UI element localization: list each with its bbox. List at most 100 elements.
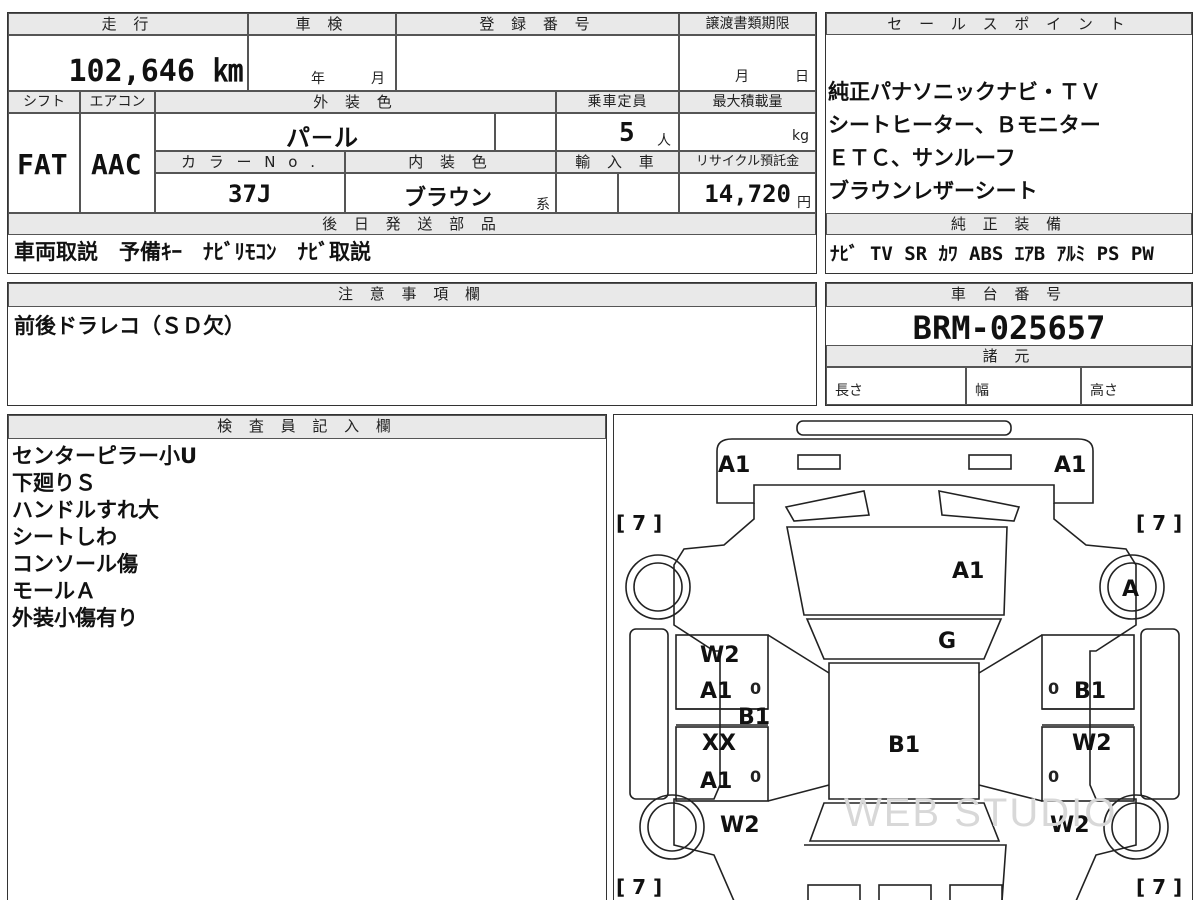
inspector-line-1: センターピラー小U: [12, 444, 198, 468]
mileage-cell: 102,646 ㎞: [8, 35, 248, 91]
shift-header: シフト: [8, 91, 80, 113]
mark-a1-front-right: A1: [1054, 453, 1087, 478]
mark-a1-rear-left-door: A1: [700, 769, 733, 794]
mark-a1-front-left-door: A1: [700, 679, 733, 704]
front-left-wheel: [625, 554, 691, 620]
notes-header: 注 意 事 項 欄: [8, 283, 816, 307]
capacity-unit: 人: [657, 133, 671, 149]
mark-a1-hood: A1: [952, 559, 985, 584]
color-no-cell: 37J: [155, 173, 345, 213]
bracket-top-left: [ 7 ]: [616, 511, 663, 535]
front-bumper-bar: [796, 420, 1012, 436]
ac-value: AAC: [91, 148, 142, 181]
rear-left-wheel: [639, 794, 705, 860]
ac-header: エアコン: [80, 91, 155, 113]
inspection-month: 月: [371, 71, 385, 87]
mark-g-windshield: G: [938, 629, 957, 654]
inspector-line-5: コンソール傷: [12, 552, 138, 576]
transfer-cell: 月 日: [679, 35, 816, 91]
mileage-header: 走 行: [8, 13, 248, 35]
car-diagram-box: A1 A1 A1 G A W2 A1 B1 XX A1 B1 B1 W2 W2 …: [613, 414, 1193, 900]
load-cell: kg: [679, 113, 816, 151]
inspection-cell: 年 月: [248, 35, 396, 91]
exterior-extra-cell: [495, 113, 556, 151]
import-cell-a: [556, 173, 618, 213]
right-vent: [938, 489, 1021, 522]
spec-length: 長さ: [835, 383, 863, 399]
import-header: 輸 入 車: [556, 151, 679, 173]
mark-zero-2: 0: [750, 767, 762, 786]
mark-zero-1: 0: [750, 679, 762, 698]
mark-zero-3: 0: [1048, 679, 1060, 698]
shift-cell: FAT: [8, 113, 80, 213]
transfer-day: 日: [795, 69, 809, 85]
inspector-line-3: ハンドルすれ大: [12, 498, 159, 522]
sales-line-3: ＥＴＣ、サンルーフ: [828, 146, 1016, 170]
sales-line-4: ブラウンレザーシート: [828, 179, 1038, 203]
color-no-header: カ ラ ー N o .: [155, 151, 345, 173]
rear-center-lamp: [878, 884, 932, 900]
spec-height: 高さ: [1090, 383, 1118, 399]
import-cell-b: [618, 173, 679, 213]
inspector-line-6: モールＡ: [12, 579, 96, 603]
exterior-cell: パ－ル: [155, 113, 495, 152]
capacity-cell: 5 人: [556, 113, 679, 151]
later-parts-value: 車両取説 予備ｷｰ ﾅﾋﾞﾘﾓｺﾝ ﾅﾋﾞ取説: [14, 240, 371, 264]
exterior-header: 外 装 色: [155, 91, 556, 113]
bracket-bottom-left: [ 7 ]: [616, 875, 663, 899]
chassis-header: 車 台 番 号: [826, 283, 1192, 307]
load-unit: kg: [792, 128, 809, 144]
mark-b1-roof: B1: [888, 733, 921, 758]
inspector-line-4: シートしわ: [12, 525, 117, 549]
interior-cell: ブラウン 系: [345, 173, 556, 213]
interior-suffix: 系: [536, 197, 550, 213]
exterior-value: パ－ル: [286, 124, 358, 152]
mark-a1-front-left: A1: [718, 453, 751, 478]
shift-value: FAT: [17, 148, 68, 181]
mark-w2-rear-right-door: W2: [1072, 731, 1112, 756]
registration-header: 登 録 番 号: [396, 13, 679, 35]
bracket-bottom-right: [ 7 ]: [1136, 875, 1183, 899]
capacity-header: 乗車定員: [556, 91, 679, 113]
notes-value: 前後ドラレコ（ＳＤ欠）: [14, 314, 245, 338]
chassis-box: 車 台 番 号 BRM-025657 諸 元 長さ 幅 高さ: [825, 282, 1193, 406]
inspector-line-7: 外装小傷有り: [12, 606, 138, 630]
bracket-top-right: [ 7 ]: [1136, 511, 1183, 535]
trunk: [804, 844, 1007, 900]
left-lamp: [797, 454, 841, 470]
sales-point-header: セ ー ル ス ポ イ ン ト: [826, 13, 1192, 35]
registration-cell: [396, 35, 679, 91]
right-side-molding: [1140, 628, 1180, 800]
rear-right-lamp: [949, 884, 1003, 900]
inspector-line-2: 下廻りＳ: [12, 471, 96, 495]
mileage-value: 102,646 ㎞: [68, 54, 244, 89]
color-no-value: 37J: [228, 180, 272, 208]
transfer-month: 月: [735, 69, 749, 85]
mark-zero-4: 0: [1048, 767, 1060, 786]
front-outline: [716, 438, 1094, 504]
ac-cell: AAC: [80, 113, 155, 213]
mark-w2-rear-left-wheel: W2: [720, 813, 760, 838]
sales-point-box: セ ー ル ス ポ イ ン ト 純正パナソニックナビ・ＴＶ シートヒーター、Ｂモ…: [825, 12, 1193, 274]
mark-b1-front-right-door: B1: [1074, 679, 1107, 704]
windshield: [805, 618, 1003, 660]
mark-b1-left-pillar: B1: [738, 705, 771, 730]
recycle-unit: 円: [797, 195, 811, 211]
vehicle-info-table: 走 行 車 検 登 録 番 号 譲渡書類期限 102,646 ㎞ 年 月 月 日…: [7, 12, 817, 274]
notes-box: 注 意 事 項 欄 前後ドラレコ（ＳＤ欠）: [7, 282, 817, 406]
mark-a-front-right-wheel: A: [1122, 577, 1140, 602]
inspection-header: 車 検: [248, 13, 396, 35]
interior-header: 内 装 色: [345, 151, 556, 173]
inspector-box: 検 査 員 記 入 欄 センターピラー小U 下廻りＳ ハンドルすれ大 シートしわ…: [7, 414, 607, 900]
capacity-value: 5: [619, 118, 635, 148]
later-parts-header: 後 日 発 送 部 品: [8, 213, 816, 235]
load-header: 最大積載量: [679, 91, 816, 113]
roof: [828, 662, 980, 800]
sales-line-1: 純正パナソニックナビ・ＴＶ: [828, 80, 1101, 104]
recycle-cell: 14,720 円: [679, 173, 816, 213]
sales-line-2: シートヒーター、Ｂモニター: [828, 113, 1101, 137]
spec-height-cell: 高さ: [1081, 367, 1192, 405]
recycle-value: 14,720: [704, 180, 791, 208]
mark-xx-rear-left-door: XX: [702, 731, 736, 756]
mark-w2-front-left-door: W2: [700, 643, 740, 668]
